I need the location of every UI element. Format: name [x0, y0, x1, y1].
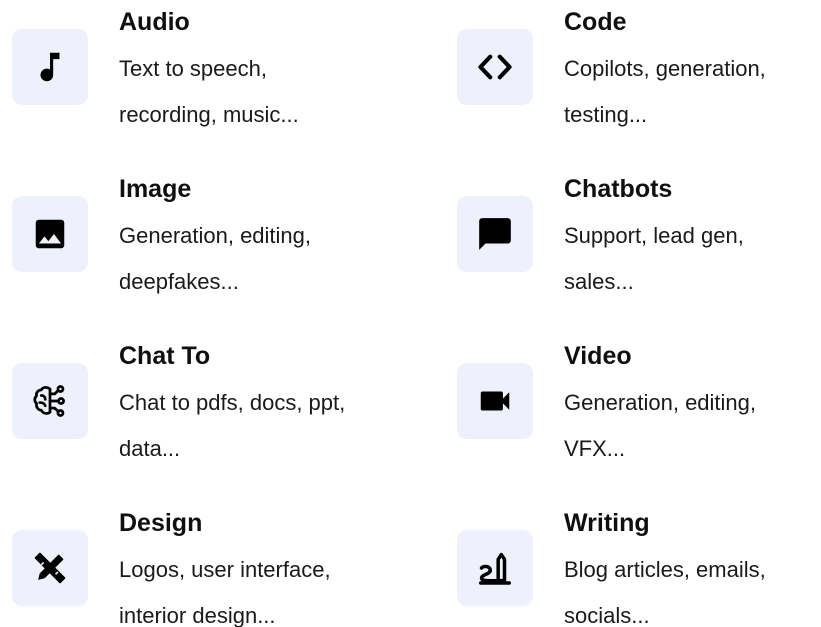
- category-card-image[interactable]: Image Generation, editing, deepfakes...: [12, 167, 392, 307]
- category-icon-box: [12, 196, 88, 272]
- category-card-video[interactable]: Video Generation, editing, VFX...: [457, 334, 821, 474]
- category-description-line: Copilots, generation,: [564, 56, 766, 81]
- category-description: Generation, editing, deepfakes...: [119, 213, 419, 305]
- category-title: Chat To: [119, 342, 211, 370]
- category-title: Image: [119, 175, 192, 203]
- category-description: Logos, user interface, interior design..…: [119, 547, 419, 627]
- category-description-line: recording, music...: [119, 102, 299, 127]
- category-card-audio[interactable]: Audio Text to speech, recording, music..…: [12, 0, 392, 140]
- category-icon-box: [12, 363, 88, 439]
- code-brackets-icon: [478, 54, 512, 80]
- category-description-line: deepfakes...: [119, 269, 239, 294]
- music-note-icon: [40, 52, 60, 82]
- category-title: Code: [564, 8, 627, 36]
- category-description: Copilots, generation, testing...: [564, 46, 821, 138]
- category-description-line: sales...: [564, 269, 634, 294]
- category-card-design[interactable]: Design Logos, user interface, interior d…: [12, 501, 392, 627]
- category-description-line: interior design...: [119, 603, 276, 627]
- category-card-chat-to[interactable]: Chat To Chat to pdfs, docs, ppt, data...: [12, 334, 392, 474]
- category-description-line: Generation, editing,: [564, 390, 757, 415]
- category-description-line: Logos, user interface,: [119, 557, 331, 582]
- category-description: Generation, editing, VFX...: [564, 380, 821, 472]
- category-card-chatbots[interactable]: Chatbots Support, lead gen, sales...: [457, 167, 821, 307]
- category-description-line: Generation, editing,: [119, 223, 312, 248]
- category-description-line: testing...: [564, 102, 648, 127]
- video-camera-icon: [480, 391, 510, 411]
- category-description-line: Text to speech,: [119, 56, 267, 81]
- category-description-line: data...: [119, 436, 181, 461]
- image-icon: [35, 219, 65, 249]
- category-icon-box: [457, 196, 533, 272]
- category-description: Text to speech, recording, music...: [119, 46, 419, 138]
- category-description-line: Chat to pdfs, docs, ppt,: [119, 390, 346, 415]
- category-description: Support, lead gen, sales...: [564, 213, 821, 305]
- category-description-line: Support, lead gen,: [564, 223, 744, 248]
- category-description: Blog articles, emails, socials...: [564, 547, 821, 627]
- chat-bubble-icon: [479, 218, 511, 250]
- category-description-line: Blog articles, emails,: [564, 557, 766, 582]
- category-icon-box: [12, 530, 88, 606]
- brain-circuit-icon: [33, 385, 65, 417]
- category-title: Chatbots: [564, 175, 673, 203]
- category-title: Video: [564, 342, 632, 370]
- category-icon-box: [12, 29, 88, 105]
- writing-pen-icon: [479, 552, 511, 585]
- category-icon-box: [457, 530, 533, 606]
- category-grid: Audio Text to speech, recording, music..…: [12, 0, 821, 627]
- category-description-line: VFX...: [564, 436, 626, 461]
- category-title: Writing: [564, 509, 650, 537]
- category-card-code[interactable]: Code Copilots, generation, testing...: [457, 0, 821, 140]
- category-description: Chat to pdfs, docs, ppt, data...: [119, 380, 419, 472]
- category-title: Audio: [119, 8, 190, 36]
- category-title: Design: [119, 509, 203, 537]
- design-tools-icon: [34, 552, 66, 584]
- category-icon-box: [457, 363, 533, 439]
- category-card-writing[interactable]: Writing Blog articles, emails, socials..…: [457, 501, 821, 627]
- category-description-line: socials...: [564, 603, 650, 627]
- category-icon-box: [457, 29, 533, 105]
